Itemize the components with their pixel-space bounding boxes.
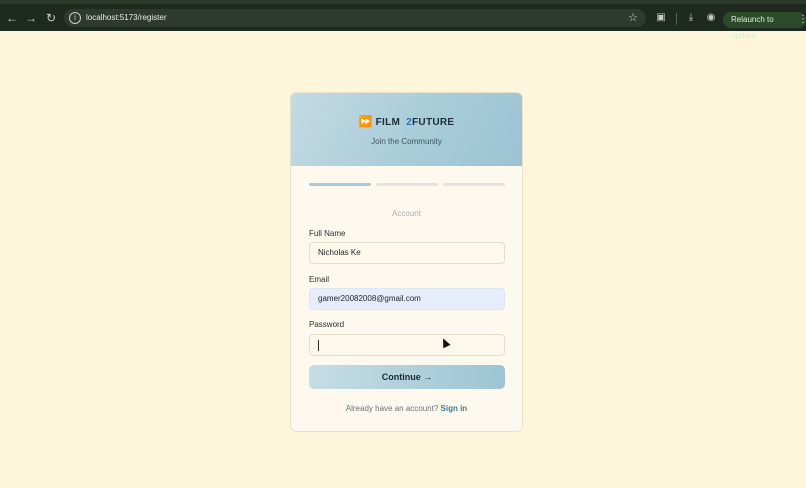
bookmark-star-icon[interactable]: ☆ [628, 10, 638, 26]
reload-icon[interactable]: ↻ [43, 10, 59, 26]
email-label: Email [309, 275, 330, 284]
profile-icon[interactable]: ◉ [704, 11, 718, 25]
full-name-input[interactable]: Nicholas Ke [309, 242, 505, 264]
password-input[interactable] [309, 334, 505, 356]
brand-name-part2: FUTURE [412, 117, 455, 128]
full-name-label: Full Name [309, 229, 346, 238]
reading-mode-icon[interactable]: ▣ [654, 11, 668, 25]
step-indicator-1 [309, 183, 371, 186]
relaunch-button[interactable]: Relaunch to update [723, 12, 806, 40]
card-header: ⏩ FILM 2FUTURE Join the Community [291, 93, 522, 166]
password-label: Password [309, 320, 345, 329]
signin-prompt: Already have an account? [345, 404, 439, 413]
back-arrow-icon[interactable]: ← [4, 10, 20, 26]
address-url[interactable]: localhost:5173/register [86, 11, 167, 25]
signin-link[interactable]: Sign in [441, 404, 468, 413]
kebab-menu-icon[interactable]: ⋮ [798, 12, 806, 28]
browser-toolbar: ← → ↻ i localhost:5173/register ☆ ▣ ⤓ ◉ … [0, 0, 806, 40]
site-info-icon[interactable]: i [69, 12, 81, 24]
tagline: Join the Community [371, 137, 442, 146]
step-indicator-3 [443, 183, 505, 186]
progress-steps [309, 183, 505, 186]
email-input[interactable]: gamer20082008@gmail.com [309, 288, 505, 310]
address-bar[interactable]: i localhost:5173/register ☆ [64, 9, 646, 27]
register-card: ⏩ FILM 2FUTURE Join the Community Account … [290, 92, 523, 432]
brand-name-part1: FILM [375, 117, 401, 128]
signin-row: Already have an account? Sign in [291, 404, 522, 413]
step-indicator-2 [376, 183, 438, 186]
fast-forward-icon: ⏩ [358, 116, 373, 128]
download-icon[interactable]: ⤓ [684, 11, 698, 25]
continue-button[interactable]: Continue → [309, 365, 505, 389]
text-caret [318, 340, 319, 351]
brand-logo: ⏩ FILM 2FUTURE [291, 115, 522, 128]
forward-arrow-icon[interactable]: → [23, 10, 39, 26]
step-label: Account [392, 209, 421, 218]
tab-strip [0, 0, 806, 4]
toolbar-divider [676, 13, 677, 25]
